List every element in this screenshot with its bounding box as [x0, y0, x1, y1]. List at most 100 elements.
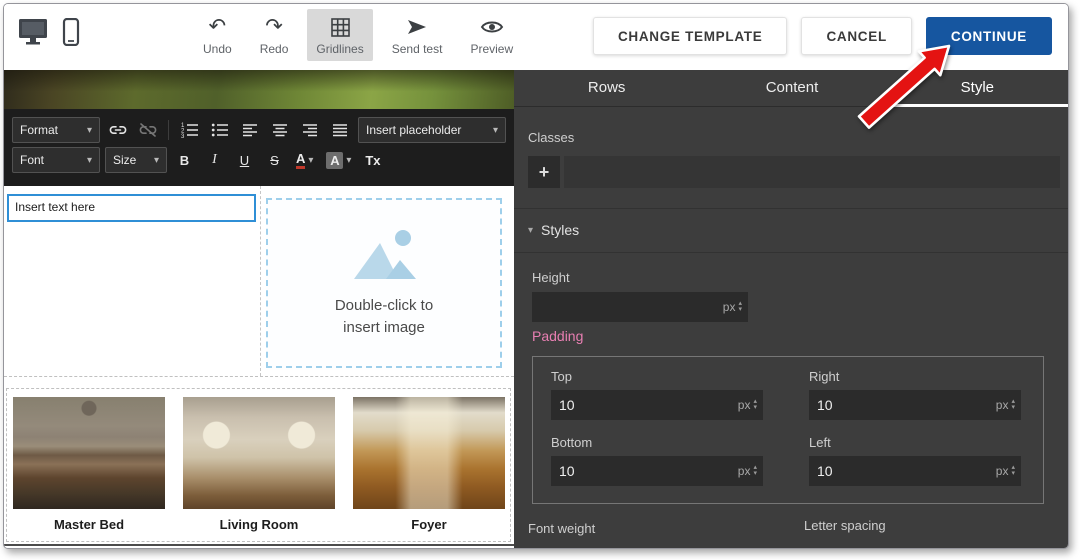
background-color-letter: A — [326, 152, 343, 169]
undo-icon: ↶ — [209, 15, 227, 39]
stepper-down-icon[interactable]: ▾ — [753, 405, 757, 411]
font-dropdown[interactable]: Font ▾ — [12, 147, 100, 173]
bold-button[interactable]: B — [172, 148, 197, 173]
stepper-down-icon[interactable]: ▾ — [1011, 471, 1015, 477]
styles-section-header[interactable]: ▾ Styles — [528, 222, 579, 238]
remove-format-button[interactable]: Tx — [360, 148, 385, 173]
desktop-view-icon[interactable] — [18, 18, 50, 46]
padding-top-stepper[interactable]: ▴▾ — [753, 399, 757, 411]
editor-toolbar-row-1: Format ▾ 123 — [10, 115, 508, 145]
chevron-down-icon: ▾ — [87, 125, 92, 136]
styles-section-label: Styles — [541, 222, 579, 238]
redo-label: Redo — [260, 42, 289, 56]
italic-button[interactable]: I — [202, 148, 227, 173]
toolbar-separator — [168, 120, 169, 140]
preview-label: Preview — [470, 42, 513, 56]
preview-eye-icon — [480, 15, 504, 39]
classes-row: + — [528, 156, 1060, 188]
numbered-list-icon[interactable]: 123 — [177, 118, 202, 143]
background-color-button[interactable]: A ▾ — [322, 148, 355, 173]
gridlines-label: Gridlines — [316, 42, 363, 56]
padding-top-field: px ▴▾ — [551, 390, 763, 420]
photo-master-bed[interactable] — [13, 397, 165, 509]
hero-image-strip[interactable] — [4, 70, 514, 109]
padding-bottom-label: Bottom — [551, 435, 592, 450]
redo-button[interactable]: ↷ Redo — [251, 9, 298, 61]
photo-row-section: Master Bed Living Room Foyer — [6, 388, 511, 542]
height-stepper[interactable]: ▴ ▾ — [738, 301, 742, 313]
add-class-button[interactable]: + — [528, 156, 560, 188]
panel-divider — [514, 252, 1069, 253]
canvas-bottom-edge — [4, 544, 514, 546]
image-placeholder-text: Double-click to insert image — [335, 295, 433, 339]
size-dropdown[interactable]: Size ▾ — [105, 147, 167, 173]
text-block[interactable]: Insert text here — [7, 194, 256, 222]
undo-button[interactable]: ↶ Undo — [194, 9, 241, 61]
preview-button[interactable]: Preview — [461, 9, 522, 61]
insert-placeholder-label: Insert placeholder — [366, 123, 461, 137]
classes-input-bar[interactable] — [564, 156, 1060, 188]
device-toggle-group — [18, 18, 80, 46]
image-placeholder-line2: insert image — [335, 317, 433, 339]
padding-right-label: Right — [809, 369, 839, 384]
photo-foyer[interactable] — [353, 397, 505, 509]
image-placeholder-icon — [346, 227, 422, 285]
tab-rows[interactable]: Rows — [514, 70, 699, 107]
photo-caption[interactable]: Living Room — [183, 517, 335, 532]
gridlines-button[interactable]: Gridlines — [307, 9, 372, 61]
stepper-down-icon[interactable]: ▾ — [738, 307, 742, 313]
stepper-down-icon[interactable]: ▾ — [753, 471, 757, 477]
height-field: px ▴ ▾ — [532, 292, 748, 322]
padding-top-input[interactable] — [551, 397, 738, 413]
image-placeholder-line1: Double-click to — [335, 295, 433, 317]
send-test-label: Send test — [392, 42, 443, 56]
style-panel: Rows Content Style Classes + ▾ Styles He… — [514, 70, 1069, 549]
strikethrough-button[interactable]: S — [262, 148, 287, 173]
panel-tabs: Rows Content Style — [514, 70, 1069, 107]
photo-caption[interactable]: Master Bed — [13, 517, 165, 532]
editor-toolbar-row-2: Font ▾ Size ▾ B I U S A ▾ A ▾ — [10, 145, 508, 175]
insert-placeholder-dropdown[interactable]: Insert placeholder ▾ — [358, 117, 506, 143]
link-icon[interactable] — [105, 118, 130, 143]
format-dropdown[interactable]: Format ▾ — [12, 117, 100, 143]
align-left-icon[interactable] — [237, 118, 262, 143]
unlink-icon[interactable] — [135, 118, 160, 143]
email-canvas: Format ▾ 123 — [4, 70, 514, 549]
classes-label: Classes — [528, 130, 574, 145]
padding-left-label: Left — [809, 435, 831, 450]
photo-caption[interactable]: Foyer — [353, 517, 505, 532]
align-right-icon[interactable] — [297, 118, 322, 143]
font-dropdown-label: Font — [20, 153, 44, 167]
padding-right-stepper[interactable]: ▴▾ — [1011, 399, 1015, 411]
align-center-icon[interactable] — [267, 118, 292, 143]
padding-right-input[interactable] — [809, 397, 996, 413]
image-placeholder[interactable]: Double-click to insert image — [266, 198, 502, 368]
action-buttons: CHANGE TEMPLATE CANCEL CONTINUE — [593, 17, 1052, 55]
left-column-gridline: Insert text here — [6, 186, 261, 376]
photo-living-room[interactable] — [183, 397, 335, 509]
padding-bottom-input[interactable] — [551, 463, 738, 479]
letter-spacing-label: Letter spacing — [804, 518, 886, 533]
change-template-button[interactable]: CHANGE TEMPLATE — [593, 17, 788, 55]
panel-divider — [514, 208, 1069, 209]
padding-bottom-stepper[interactable]: ▴▾ — [753, 465, 757, 477]
mobile-view-icon[interactable] — [62, 18, 80, 46]
font-weight-label: Font weight — [528, 521, 595, 536]
padding-left-input[interactable] — [809, 463, 996, 479]
stepper-down-icon[interactable]: ▾ — [1011, 405, 1015, 411]
height-input[interactable] — [532, 299, 723, 315]
format-dropdown-label: Format — [20, 123, 58, 137]
chevron-down-icon: ▾ — [346, 155, 351, 166]
send-test-button[interactable]: Send test — [383, 9, 452, 61]
edit-tools: ↶ Undo ↷ Redo Gridlines Send test — [194, 9, 522, 61]
chevron-down-icon: ▾ — [87, 155, 92, 166]
height-unit: px — [723, 300, 736, 314]
unit-label: px — [996, 464, 1009, 478]
annotation-arrow — [849, 34, 961, 136]
chevron-down-icon: ▾ — [308, 155, 313, 166]
padding-left-stepper[interactable]: ▴▾ — [1011, 465, 1015, 477]
text-color-button[interactable]: A ▾ — [292, 148, 317, 173]
underline-button[interactable]: U — [232, 148, 257, 173]
bulleted-list-icon[interactable] — [207, 118, 232, 143]
justify-icon[interactable] — [327, 118, 352, 143]
